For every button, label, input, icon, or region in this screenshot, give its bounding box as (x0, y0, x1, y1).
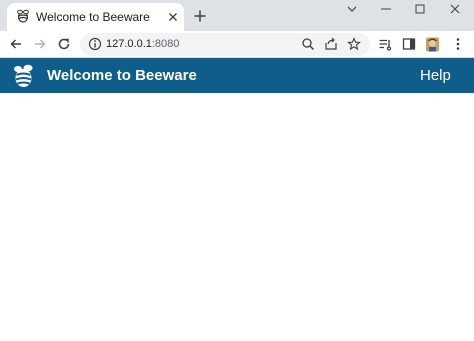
side-panel-button[interactable] (400, 35, 418, 53)
chevron-down-icon (347, 6, 357, 12)
reading-list-icon (379, 39, 392, 51)
arrow-right-icon (35, 39, 46, 49)
share-icon[interactable] (324, 37, 338, 51)
maximize-button[interactable] (403, 0, 437, 18)
zoom-icon[interactable] (301, 37, 315, 51)
browser-window: Welcome to Beeware 127.0.0.1:8080 Welcom… (0, 0, 474, 341)
help-link[interactable]: Help (420, 67, 451, 84)
url-host: 127.0.0.1 (106, 38, 152, 50)
url-text[interactable]: 127.0.0.1:8080 (106, 38, 179, 50)
tab-search-button[interactable] (335, 0, 369, 18)
window-close-button[interactable] (438, 0, 472, 18)
new-tab-icon[interactable] (193, 9, 207, 23)
minimize-icon (381, 8, 391, 10)
bee-icon (17, 9, 29, 23)
close-icon[interactable] (166, 10, 180, 24)
browser-toolbar: 127.0.0.1:8080 (0, 31, 474, 58)
forward-button[interactable] (31, 35, 49, 53)
tab-title: Welcome to Beeware (36, 10, 150, 24)
app-header: Welcome to Beeware Help (0, 58, 474, 93)
reading-list-button[interactable] (376, 35, 394, 53)
profile-button[interactable] (423, 35, 441, 53)
bee-logo-icon (13, 63, 34, 87)
close-icon (450, 4, 460, 14)
side-panel-icon (402, 38, 416, 50)
back-button[interactable] (7, 35, 25, 53)
maximize-icon (415, 4, 425, 14)
tab-strip: Welcome to Beeware (0, 0, 474, 31)
app-title: Welcome to Beeware (47, 67, 197, 84)
reload-icon (58, 38, 70, 50)
minimize-button[interactable] (369, 0, 403, 18)
url-port: :8080 (151, 38, 180, 50)
info-icon[interactable] (88, 37, 102, 51)
address-bar[interactable]: 127.0.0.1:8080 (80, 33, 370, 56)
avatar (425, 37, 439, 51)
menu-button[interactable] (449, 35, 467, 53)
arrow-left-icon (10, 39, 21, 49)
browser-tab[interactable]: Welcome to Beeware (7, 3, 184, 31)
star-icon[interactable] (347, 37, 361, 51)
reload-button[interactable] (55, 35, 73, 53)
page-content (0, 93, 474, 341)
more-vertical-icon (456, 38, 460, 50)
